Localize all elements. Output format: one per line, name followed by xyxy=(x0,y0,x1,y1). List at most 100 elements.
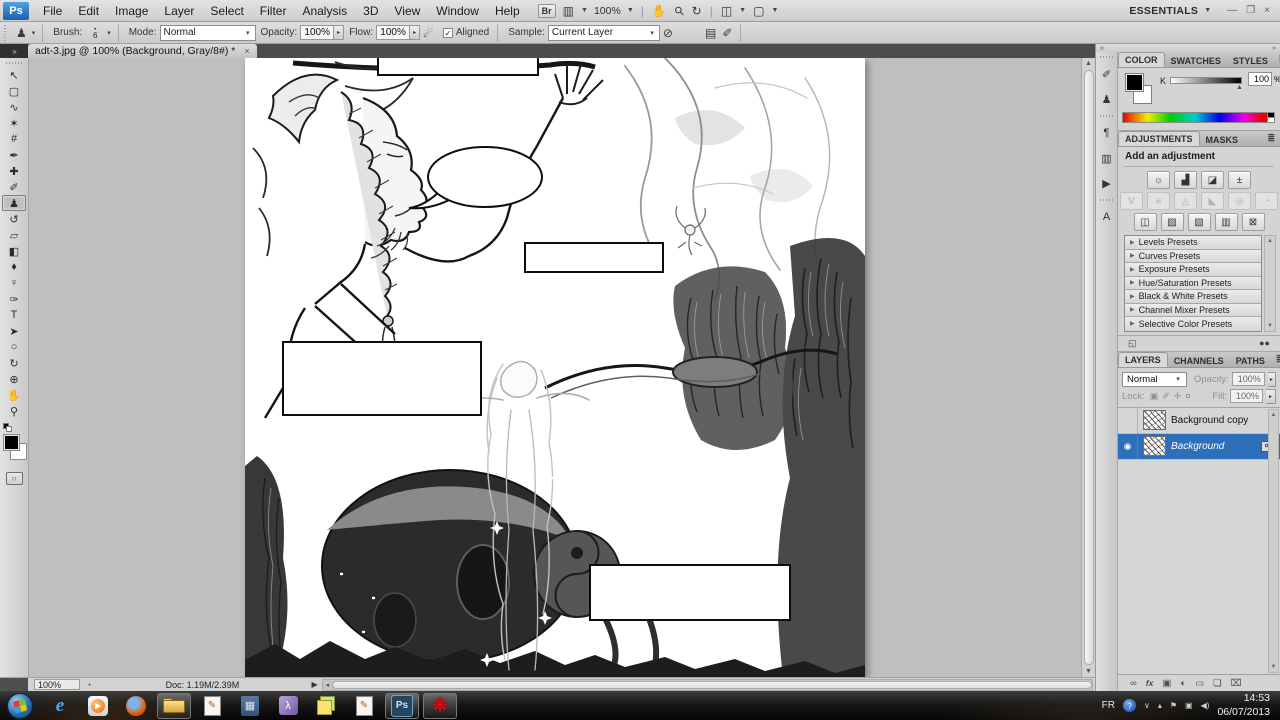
k-channel-slider[interactable] xyxy=(1170,77,1242,84)
animation-panel-icon[interactable]: ▶ xyxy=(1097,171,1117,195)
layers-panel-menu-icon[interactable]: ≣ xyxy=(1271,354,1280,367)
tab-swatches[interactable]: SWATCHES xyxy=(1165,54,1227,67)
menu-select[interactable]: Select xyxy=(202,0,251,22)
color-foreground-swatch[interactable] xyxy=(1125,73,1144,92)
arrange-documents-icon[interactable]: ◫ xyxy=(718,4,735,18)
channel-mixer-icon[interactable]: ◔ xyxy=(1255,192,1278,210)
opacity-spinner-icon[interactable]: ▸ xyxy=(334,25,344,40)
status-zoom-field[interactable]: 100% xyxy=(34,679,80,690)
blend-mode-select[interactable]: Normal ▾ xyxy=(1122,372,1187,387)
tab-paths[interactable]: PATHS xyxy=(1230,354,1271,367)
opacity-spinner-icon[interactable]: ▸ xyxy=(1268,372,1276,387)
curves-presets-item[interactable]: ▶Curves Presets xyxy=(1125,250,1261,264)
scroll-up-icon[interactable]: ▲ xyxy=(1271,410,1277,420)
channel-mixer-presets-item[interactable]: ▶Channel Mixer Presets xyxy=(1125,304,1261,318)
scroll-up-icon[interactable]: ▲ xyxy=(1267,236,1273,246)
expand-dock-icon[interactable]: » xyxy=(1272,45,1276,52)
minimize-button[interactable]: — xyxy=(1227,5,1237,16)
screen-mode-dropdown-icon[interactable]: ▼ xyxy=(769,7,780,14)
taskbar-media-player[interactable]: ▶ xyxy=(81,693,115,719)
posterize-icon[interactable]: ▨ xyxy=(1161,213,1184,231)
layer-thumbnail[interactable] xyxy=(1143,410,1166,430)
view-extras-dropdown-icon[interactable]: ▼ xyxy=(579,7,590,14)
taskbar-photoshop[interactable]: Ps xyxy=(385,693,419,719)
sample-select[interactable]: Current Layer ▾ xyxy=(548,25,660,41)
histogram-panel-icon[interactable]: ▥ xyxy=(1097,146,1117,170)
add-layer-mask-icon[interactable]: ▣ xyxy=(1162,678,1171,689)
threshold-icon[interactable]: ▧ xyxy=(1188,213,1211,231)
type-tool[interactable]: T xyxy=(2,307,26,323)
options-grip[interactable] xyxy=(4,25,9,41)
arrange-dropdown-icon[interactable]: ▼ xyxy=(737,7,748,14)
levels-presets-item[interactable]: ▶Levels Presets xyxy=(1125,236,1261,250)
gradient-map-icon[interactable]: ▥ xyxy=(1215,213,1238,231)
workspace-switcher[interactable]: ESSENTIALS xyxy=(1129,5,1198,17)
restore-button[interactable]: ❐ xyxy=(1246,5,1255,16)
language-indicator[interactable]: FR xyxy=(1102,700,1115,711)
tool-preset-dropdown-icon[interactable]: ▾ xyxy=(30,29,38,37)
lock-pixels-icon[interactable]: ✐ xyxy=(1162,391,1170,402)
delete-layer-icon[interactable]: ⌧ xyxy=(1231,678,1242,689)
paragraph-panel-icon[interactable]: ¶ xyxy=(1097,121,1117,145)
hand-tool[interactable]: ✋ xyxy=(2,387,26,403)
clone-source-panel-icon[interactable]: ♟ xyxy=(1097,87,1117,111)
selective-color-presets-item[interactable]: ▶Selective Color Presets xyxy=(1125,317,1261,331)
eyedropper-tool[interactable]: ✒ xyxy=(2,147,26,163)
action-center-flag-icon[interactable]: ⚑ xyxy=(1170,701,1177,710)
rectangular-marquee-tool[interactable]: ▢ xyxy=(2,83,26,99)
document-tab[interactable]: adt-3.jpg @ 100% (Background, Gray/8#) *… xyxy=(28,44,257,58)
brush-tool[interactable]: ✐ xyxy=(2,179,26,195)
brush-panel-toggle-icon[interactable]: ✐ xyxy=(719,26,735,40)
doc-size-readout[interactable]: Doc: 1.19M/2.39M xyxy=(97,680,307,690)
tab-layers[interactable]: LAYERS xyxy=(1118,352,1168,367)
menu-3d[interactable]: 3D xyxy=(355,0,386,22)
flow-input[interactable] xyxy=(376,25,410,40)
tab-close-icon[interactable]: × xyxy=(244,46,249,56)
3d-rotate-tool[interactable]: ↻ xyxy=(2,355,26,371)
color-panel-menu-icon[interactable]: ≣ xyxy=(1274,54,1280,67)
clone-stamp-tool[interactable]: ♟ xyxy=(2,195,26,211)
healing-brush-tool[interactable]: ✚ xyxy=(2,163,26,179)
layer-thumbnail[interactable] xyxy=(1143,436,1166,456)
invert-icon[interactable]: ◫ xyxy=(1134,213,1157,231)
tab-overflow-icon[interactable]: » xyxy=(0,44,28,58)
zoom-dropdown-icon[interactable]: ▼ xyxy=(625,7,636,14)
tray-caret-icon[interactable]: ∨ xyxy=(1144,701,1150,710)
show-hidden-icons[interactable]: ▴ xyxy=(1158,701,1162,710)
workspace-dropdown-icon[interactable]: ▼ xyxy=(1202,7,1213,14)
hand-tool-icon[interactable]: ✋ xyxy=(649,4,670,18)
taskbar-modeling-app[interactable]: λ xyxy=(271,693,305,719)
toolbox-grip[interactable] xyxy=(6,59,22,66)
rotate-view-icon[interactable]: ↻ xyxy=(689,4,705,18)
pen-tool[interactable]: ✑ xyxy=(2,291,26,307)
black-white-icon[interactable]: ◣ xyxy=(1201,192,1224,210)
horizontal-scroll-thumb[interactable] xyxy=(332,681,1092,689)
launch-bridge-button[interactable]: Br xyxy=(538,4,556,18)
view-extras-icon[interactable]: ▥ xyxy=(560,4,577,18)
layers-scrollbar[interactable]: ▲ ▼ xyxy=(1268,409,1279,674)
new-group-icon[interactable]: ▭ xyxy=(1195,678,1204,689)
k-value-field[interactable] xyxy=(1248,72,1272,86)
blur-tool[interactable]: ♦ xyxy=(2,259,26,275)
new-adjustment-layer-icon[interactable]: ◐ xyxy=(1180,678,1186,689)
visibility-toggle[interactable]: ◉ xyxy=(1118,433,1138,459)
presets-scrollbar[interactable]: ▲ ▼ xyxy=(1264,235,1276,332)
k-slider-thumb-icon[interactable]: ▲ xyxy=(1236,84,1243,91)
layer-style-icon[interactable]: fx xyxy=(1146,678,1154,688)
tab-masks[interactable]: MASKS xyxy=(1200,133,1245,146)
clip-to-layer-icon[interactable]: ●● xyxy=(1259,338,1270,348)
dodge-tool[interactable]: ♀ xyxy=(2,275,26,291)
collapse-dock-icon[interactable]: « xyxy=(1100,45,1104,52)
lasso-tool[interactable]: ∿ xyxy=(2,99,26,115)
menu-view[interactable]: View xyxy=(386,0,428,22)
volume-icon[interactable]: ◀) xyxy=(1201,701,1210,710)
photoshop-logo-icon[interactable]: Ps xyxy=(3,2,29,20)
lock-position-icon[interactable]: ✛ xyxy=(1174,391,1182,402)
photo-filter-icon[interactable]: ◎ xyxy=(1228,192,1251,210)
scroll-down-icon[interactable]: ▼ xyxy=(1085,666,1092,677)
adjustments-panel-menu-icon[interactable]: ≣ xyxy=(1262,133,1280,146)
shape-tool[interactable]: ○ xyxy=(2,339,26,355)
layer-fill-field[interactable] xyxy=(1230,389,1263,403)
status-menu-arrow-icon[interactable]: ▶ xyxy=(311,680,317,689)
levels-icon[interactable]: ▟ xyxy=(1174,171,1197,189)
